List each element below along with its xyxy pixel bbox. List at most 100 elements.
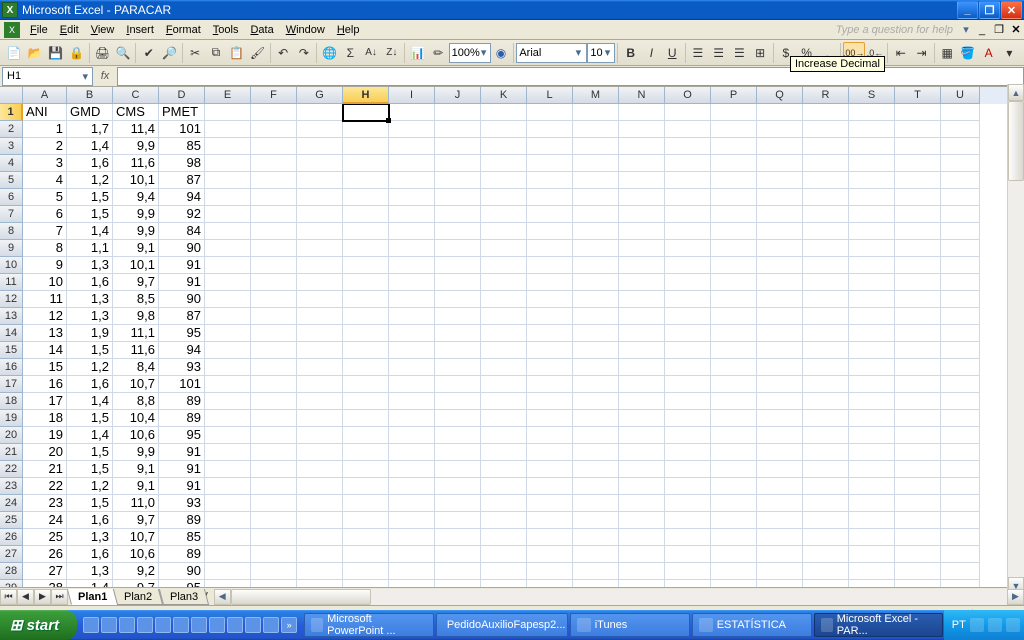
cell[interactable] <box>849 189 895 206</box>
cell[interactable] <box>251 495 297 512</box>
cell[interactable] <box>481 189 527 206</box>
cell[interactable] <box>941 410 980 427</box>
italic-button[interactable]: I <box>641 42 662 64</box>
cell[interactable] <box>665 257 711 274</box>
cell[interactable] <box>251 138 297 155</box>
cell[interactable] <box>711 274 757 291</box>
cell[interactable] <box>711 580 757 587</box>
cell[interactable] <box>343 291 389 308</box>
ql-icon[interactable] <box>263 617 279 633</box>
cell[interactable] <box>573 172 619 189</box>
cell[interactable] <box>849 461 895 478</box>
research-button[interactable]: 🔎 <box>159 42 180 64</box>
cell[interactable] <box>757 478 803 495</box>
cell[interactable] <box>665 393 711 410</box>
cell[interactable] <box>389 359 435 376</box>
cell[interactable] <box>665 444 711 461</box>
cell[interactable] <box>619 257 665 274</box>
font-combo[interactable]: Arial▾ <box>516 43 587 63</box>
cell[interactable]: 10,7 <box>113 376 159 393</box>
cell[interactable]: 1,7 <box>67 121 113 138</box>
cell[interactable] <box>849 427 895 444</box>
cell[interactable] <box>895 325 941 342</box>
cell[interactable] <box>205 376 251 393</box>
cell[interactable] <box>849 342 895 359</box>
cell[interactable] <box>297 427 343 444</box>
cell[interactable] <box>389 461 435 478</box>
cell[interactable]: 89 <box>159 393 205 410</box>
cell[interactable] <box>251 478 297 495</box>
col-header-T[interactable]: T <box>895 87 941 104</box>
cell[interactable] <box>711 359 757 376</box>
cell[interactable] <box>895 172 941 189</box>
cell[interactable] <box>435 121 481 138</box>
cell[interactable]: 19 <box>23 427 67 444</box>
cell[interactable] <box>573 138 619 155</box>
cell[interactable] <box>205 393 251 410</box>
cell[interactable] <box>435 393 481 410</box>
sheet-tab-plan3[interactable]: Plan3 <box>158 589 208 605</box>
col-header-L[interactable]: L <box>527 87 573 104</box>
cell[interactable] <box>941 376 980 393</box>
name-box[interactable]: H1 ▾ <box>2 67 93 86</box>
cell[interactable] <box>481 546 527 563</box>
cell[interactable] <box>665 427 711 444</box>
cell[interactable]: 9,1 <box>113 478 159 495</box>
tab-prev-button[interactable]: ◀ <box>17 589 34 605</box>
cell[interactable] <box>389 478 435 495</box>
cell[interactable] <box>895 376 941 393</box>
cell[interactable] <box>711 291 757 308</box>
cell[interactable]: 90 <box>159 291 205 308</box>
cell[interactable] <box>481 342 527 359</box>
cell[interactable] <box>389 580 435 587</box>
cell[interactable]: 9 <box>23 257 67 274</box>
cell[interactable] <box>941 104 980 121</box>
cell[interactable] <box>619 529 665 546</box>
cell[interactable] <box>297 342 343 359</box>
cell[interactable] <box>803 427 849 444</box>
taskbar-button[interactable]: ESTATÍSTICA <box>692 613 812 637</box>
cell[interactable] <box>343 478 389 495</box>
cell[interactable]: 10 <box>23 274 67 291</box>
cell[interactable] <box>527 580 573 587</box>
cell[interactable]: 20 <box>23 444 67 461</box>
menu-edit[interactable]: Edit <box>54 22 85 38</box>
cell[interactable]: 9,1 <box>113 461 159 478</box>
cell[interactable] <box>205 240 251 257</box>
cell[interactable] <box>435 155 481 172</box>
cell[interactable] <box>757 274 803 291</box>
cell[interactable]: 93 <box>159 495 205 512</box>
cell[interactable] <box>435 138 481 155</box>
cell[interactable] <box>895 512 941 529</box>
cell[interactable]: PMET <box>159 104 205 121</box>
cell[interactable] <box>619 563 665 580</box>
col-header-G[interactable]: G <box>297 87 343 104</box>
cell[interactable] <box>665 155 711 172</box>
cell[interactable]: 1,4 <box>67 138 113 155</box>
cell[interactable]: 89 <box>159 546 205 563</box>
cell[interactable] <box>251 342 297 359</box>
cell[interactable] <box>343 461 389 478</box>
align-right-button[interactable]: ☰ <box>729 42 750 64</box>
horizontal-scrollbar[interactable]: ◀ ▶ <box>214 589 1024 605</box>
cell[interactable]: 1,2 <box>67 478 113 495</box>
cell[interactable] <box>481 138 527 155</box>
cell[interactable]: 1,5 <box>67 342 113 359</box>
cell[interactable]: 9,8 <box>113 308 159 325</box>
cell[interactable] <box>803 240 849 257</box>
cell[interactable] <box>527 563 573 580</box>
col-header-P[interactable]: P <box>711 87 757 104</box>
ql-icon[interactable] <box>227 617 243 633</box>
cell[interactable] <box>757 257 803 274</box>
cell[interactable] <box>849 206 895 223</box>
cell[interactable] <box>343 512 389 529</box>
cell[interactable] <box>481 257 527 274</box>
cell[interactable] <box>941 223 980 240</box>
cell[interactable] <box>573 155 619 172</box>
cell[interactable] <box>435 461 481 478</box>
cell[interactable] <box>251 291 297 308</box>
cell[interactable] <box>849 223 895 240</box>
cell[interactable] <box>251 121 297 138</box>
cell[interactable]: 101 <box>159 121 205 138</box>
cell[interactable] <box>343 410 389 427</box>
